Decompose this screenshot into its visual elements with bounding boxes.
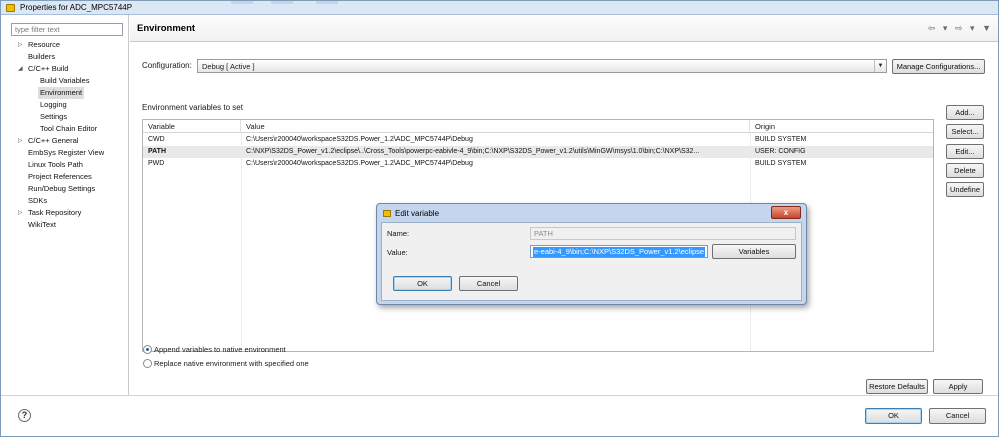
expand-arrow-icon[interactable]: ▷ <box>18 207 23 219</box>
dialog-body: Name: PATH Value: e-eabi-4_9\bin;C:\NXP\… <box>381 222 802 301</box>
restore-defaults-button[interactable]: Restore Defaults <box>866 379 928 394</box>
table-row[interactable]: CWD C:\Users\r200040\workspaceS32DS.Powe… <box>143 134 933 146</box>
delete-button[interactable]: Delete <box>946 163 984 178</box>
env-section-label: Environment variables to set <box>142 103 243 112</box>
edit-button[interactable]: Edit... <box>946 144 984 159</box>
append-radio[interactable] <box>143 345 152 354</box>
tree-item-linux-tools-path[interactable]: Linux Tools Path <box>28 159 83 171</box>
value-field[interactable]: e-eabi-4_9\bin;C:\NXP\S32DS_Power_v1.2\e… <box>530 245 708 258</box>
chevron-down-icon[interactable]: ▾ <box>943 23 949 34</box>
close-icon[interactable]: x <box>771 206 801 219</box>
ok-button[interactable]: OK <box>865 408 922 424</box>
manage-configurations-button[interactable]: Manage Configurations... <box>892 59 985 74</box>
column-header-origin[interactable]: Origin <box>750 120 933 133</box>
chevron-down-icon[interactable]: ▾ <box>970 23 976 34</box>
tree-item-resource[interactable]: Resource <box>28 39 60 51</box>
forward-arrow-icon[interactable]: ⇨ <box>955 23 964 34</box>
tree-item-run-debug-settings[interactable]: Run/Debug Settings <box>28 183 95 195</box>
edit-variable-dialog: Edit variable x Name: PATH Value: e-eabi… <box>376 203 807 305</box>
dropdown-arrow-icon[interactable]: ▼ <box>874 60 886 72</box>
tree-item-cpp-general[interactable]: C/C++ General <box>28 135 78 147</box>
tree-item-project-references[interactable]: Project References <box>28 171 92 183</box>
back-arrow-icon[interactable]: ⇦ <box>928 23 937 34</box>
collapse-arrow-icon[interactable]: ◢ <box>18 63 23 75</box>
cell-variable: PATH <box>148 148 167 155</box>
tree-item-cpp-build[interactable]: C/C++ Build <box>28 63 68 75</box>
tree-item-settings[interactable]: Settings <box>40 111 67 123</box>
menu-ghost <box>271 1 293 4</box>
tree-item-build-variables[interactable]: Build Variables <box>40 75 89 87</box>
configuration-select[interactable]: Debug [ Active ] ▼ <box>197 59 887 73</box>
dialog-app-icon <box>383 210 391 217</box>
tree-item-wikitext[interactable]: WikiText <box>28 219 56 231</box>
cell-value: C:\NXP\S32DS_Power_v1.2\eclipse\..\Cross… <box>246 148 700 155</box>
cell-origin: BUILD SYSTEM <box>755 160 807 167</box>
undefine-button[interactable]: Undefine <box>946 182 984 197</box>
tree-item-task-repository[interactable]: Task Repository <box>28 207 81 219</box>
dialog-ok-button[interactable]: OK <box>393 276 452 291</box>
menu-ghost <box>231 1 253 4</box>
cell-origin: USER: CONFIG <box>755 148 806 155</box>
tree-item-sdks[interactable]: SDKs <box>28 195 47 207</box>
value-label: Value: <box>387 248 408 257</box>
column-header-variable[interactable]: Variable <box>143 120 241 133</box>
menu-ghost <box>316 1 338 4</box>
cell-origin: BUILD SYSTEM <box>755 136 807 143</box>
page-header: Environment ⇦ ▾ ⇨ ▾ ▼ <box>130 15 998 42</box>
cell-variable: PWD <box>148 160 165 167</box>
app-icon <box>6 4 15 12</box>
dialog-title: Edit variable <box>395 209 440 218</box>
configuration-label: Configuration: <box>142 61 192 70</box>
cancel-button[interactable]: Cancel <box>929 408 986 424</box>
title-bar: Properties for ADC_MPC5744P <box>1 1 998 15</box>
page-navigation: ⇦ ▾ ⇨ ▾ ▼ <box>925 23 992 34</box>
sidebar: type filter text ▷ Resource Builders ◢ C… <box>1 15 129 395</box>
table-row[interactable]: PATH C:\NXP\S32DS_Power_v1.2\eclipse\..\… <box>143 146 933 158</box>
properties-window: Properties for ADC_MPC5744P type filter … <box>0 0 999 437</box>
dialog-cancel-button[interactable]: Cancel <box>459 276 518 291</box>
expand-arrow-icon[interactable]: ▷ <box>18 39 23 51</box>
configuration-value: Debug [ Active ] <box>202 62 255 71</box>
column-header-value[interactable]: Value <box>241 120 750 133</box>
page-title: Environment <box>137 23 196 34</box>
window-title: Properties for ADC_MPC5744P <box>20 3 133 12</box>
filter-input[interactable]: type filter text <box>11 23 123 36</box>
replace-radio[interactable] <box>143 359 152 368</box>
tree-item-environment[interactable]: Environment <box>38 87 85 99</box>
tree-item-tool-chain-editor[interactable]: Tool Chain Editor <box>40 123 97 135</box>
tree-item-logging[interactable]: Logging <box>40 99 67 111</box>
help-icon[interactable]: ? <box>18 409 31 422</box>
footer-separator <box>1 395 998 396</box>
tree-item-builders[interactable]: Builders <box>28 51 55 63</box>
apply-button[interactable]: Apply <box>933 379 983 394</box>
tree-item-embsys-register-view[interactable]: EmbSys Register View <box>28 147 104 159</box>
cell-value: C:\Users\r200040\workspaceS32DS.Power_1.… <box>246 160 473 167</box>
table-header: Variable Value Origin <box>143 120 933 133</box>
cell-value: C:\Users\r200040\workspaceS32DS.Power_1.… <box>246 136 473 143</box>
view-menu-icon[interactable]: ▼ <box>982 23 992 33</box>
cell-variable: CWD <box>148 136 165 143</box>
append-radio-label: Append variables to native environment <box>154 345 286 354</box>
table-row[interactable]: PWD C:\Users\r200040\workspaceS32DS.Powe… <box>143 158 933 170</box>
name-label: Name: <box>387 229 410 238</box>
value-text-selection: e-eabi-4_9\bin;C:\NXP\S32DS_Power_v1.2\e… <box>533 247 706 257</box>
name-field: PATH <box>530 227 796 240</box>
add-button[interactable]: Add... <box>946 105 984 120</box>
select-button[interactable]: Select... <box>946 124 984 139</box>
expand-arrow-icon[interactable]: ▷ <box>18 135 23 147</box>
variables-button[interactable]: Variables <box>712 244 796 259</box>
replace-radio-label: Replace native environment with specifie… <box>154 359 309 368</box>
